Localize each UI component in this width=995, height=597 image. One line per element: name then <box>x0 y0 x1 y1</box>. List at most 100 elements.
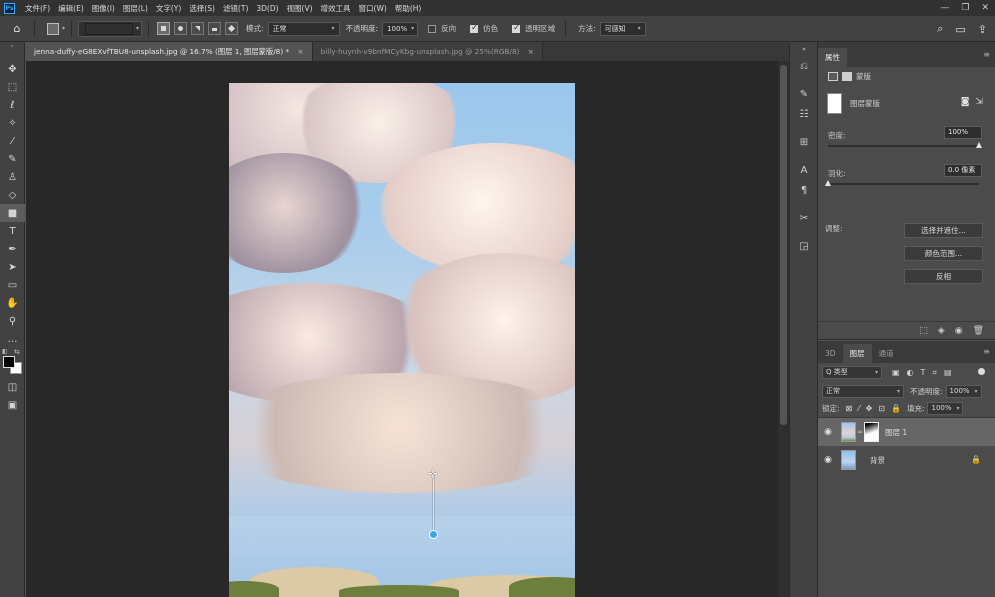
menu-edit[interactable]: 编辑(E) <box>54 3 88 14</box>
opacity-input[interactable]: 100% ▾ <box>382 21 419 36</box>
panel-menu-icon[interactable]: ≡ <box>983 347 990 356</box>
density-slider-track[interactable] <box>828 145 979 147</box>
feather-slider-knob[interactable] <box>824 180 831 186</box>
lasso-icon[interactable]: ℓ <box>0 96 25 114</box>
vector-mask-icon[interactable] <box>842 72 852 81</box>
move-icon[interactable]: ✥ <box>0 60 25 78</box>
tab-layers[interactable]: 图层 <box>842 344 872 363</box>
quick-mask-icon[interactable]: ◫ <box>0 378 25 396</box>
layer-row[interactable]: ◉ 背景 🔒 <box>818 446 995 474</box>
pixel-mask-icon[interactable] <box>828 72 838 81</box>
share-icon[interactable]: ⇪ <box>978 23 987 36</box>
shape-filter-icon[interactable]: ⌗ <box>932 368 937 378</box>
search-icon[interactable]: ⌕ <box>937 22 943 36</box>
feather-slider-track[interactable] <box>828 183 979 185</box>
mode-select[interactable]: 正常 ▾ <box>267 21 340 36</box>
color-range-button[interactable]: 颜色范围... <box>904 246 983 261</box>
tool-presets-icon[interactable]: ✂ <box>790 208 818 228</box>
document-canvas[interactable]: ✛ <box>229 83 575 597</box>
eyedropper-icon[interactable]: ⁄ <box>0 132 25 150</box>
chevron-down-icon[interactable]: ▾ <box>136 25 139 32</box>
gradient-tool-preset-icon[interactable] <box>47 22 59 35</box>
lock-transparent-icon[interactable]: ⊠ <box>846 404 853 413</box>
type-icon[interactable]: T <box>0 222 25 240</box>
lock-position-icon[interactable]: ✥ <box>866 404 873 413</box>
menu-file[interactable]: 文件(F) <box>21 3 54 14</box>
pixel-filter-icon[interactable]: ▣ <box>892 368 900 378</box>
visibility-icon[interactable]: ◉ <box>955 326 963 336</box>
diamond-gradient-button[interactable] <box>225 22 239 35</box>
chevron-down-icon[interactable]: ▾ <box>411 25 414 32</box>
eraser-icon[interactable]: ◇ <box>0 186 25 204</box>
crosshair-cursor-icon[interactable]: ✛ <box>426 467 440 481</box>
invert-button[interactable]: 反相 <box>904 269 983 284</box>
workspace-icon[interactable]: ▭ <box>955 23 965 36</box>
path-select-icon[interactable]: ➤ <box>0 258 25 276</box>
history-icon[interactable]: ⎌ <box>790 56 818 76</box>
hand-icon[interactable]: ✋ <box>0 294 25 312</box>
layer-opacity-input[interactable]: 100% ▾ <box>945 384 982 398</box>
method-select[interactable]: 可感知 ▾ <box>599 21 646 36</box>
brush-icon[interactable]: ✎ <box>0 150 25 168</box>
panel-menu-icon[interactable]: ≡ <box>983 50 990 59</box>
reflected-gradient-button[interactable] <box>208 22 222 35</box>
screen-mode-icon[interactable]: ▣ <box>0 396 25 414</box>
tab-channels[interactable]: 通道 <box>872 344 901 363</box>
apply-mask-icon[interactable]: ◈ <box>938 326 945 336</box>
adjustment-filter-icon[interactable]: ◐ <box>907 368 914 378</box>
dither-checkbox[interactable] <box>470 23 479 33</box>
magic-wand-icon[interactable]: ✧ <box>0 114 25 132</box>
menu-view[interactable]: 视图(V) <box>283 3 317 14</box>
chevron-down-icon[interactable]: ▾ <box>62 25 65 32</box>
foreground-color-swatch[interactable] <box>3 356 15 368</box>
document-tab[interactable]: billy-huynh-v9bnfMCyKbg-unsplash.jpg @ 2… <box>312 42 543 61</box>
gradient-swatch[interactable] <box>85 22 134 35</box>
blend-mode-select[interactable]: 正常 ▾ <box>822 384 904 398</box>
visibility-eye-icon[interactable]: ◉ <box>818 455 838 465</box>
close-icon[interactable]: × <box>297 47 303 56</box>
menu-3d[interactable]: 3D(D) <box>252 4 282 13</box>
visibility-eye-icon[interactable]: ◉ <box>818 427 838 437</box>
canvas-workspace[interactable]: ✛ <box>26 61 778 597</box>
menu-window[interactable]: 窗口(W) <box>355 3 391 14</box>
vertical-scrollbar[interactable] <box>778 61 789 597</box>
lock-all-icon[interactable]: 🔒 <box>891 404 901 413</box>
menu-plugins[interactable]: 增效工具 <box>317 3 355 14</box>
marquee-icon[interactable]: ⬚ <box>0 78 25 96</box>
select-and-mask-button[interactable]: 选择并遮住... <box>904 223 983 238</box>
photoshop-logo-icon[interactable]: Ps <box>4 2 15 14</box>
stamp-icon[interactable]: ♙ <box>0 168 25 186</box>
restore-button[interactable]: ❐ <box>961 3 969 13</box>
radial-gradient-button[interactable] <box>174 22 188 35</box>
scrollbar-thumb[interactable] <box>780 65 787 425</box>
menu-filter[interactable]: 滤镜(T) <box>219 3 252 14</box>
adjustments-icon[interactable]: ☷ <box>790 104 818 124</box>
menu-help[interactable]: 帮助(H) <box>391 3 426 14</box>
density-slider-knob[interactable] <box>975 142 982 148</box>
type-filter-icon[interactable]: T <box>921 368 926 378</box>
more-icon[interactable]: … <box>0 330 25 348</box>
swap-colors-icon[interactable]: ⇆ <box>14 348 20 356</box>
gradient-drag-line[interactable] <box>433 473 434 533</box>
character-icon[interactable]: A <box>790 160 818 180</box>
angle-gradient-button[interactable] <box>191 22 205 35</box>
brush-settings-icon[interactable]: ✎ <box>790 84 818 104</box>
document-tab[interactable]: jenna-duffy-eG8EXvfTBU8-unsplash.jpg @ 1… <box>26 42 313 61</box>
density-input[interactable]: 100% <box>944 126 982 139</box>
panel-grip-icon[interactable]: » <box>0 42 24 60</box>
close-window-button[interactable]: ✕ <box>981 3 989 13</box>
filter-toggle-icon[interactable] <box>978 368 985 375</box>
menu-layer[interactable]: 图层(L) <box>119 3 152 14</box>
paragraph-icon[interactable]: ¶ <box>790 180 818 200</box>
panel-grip-icon[interactable]: « <box>790 42 818 56</box>
rectangle-icon[interactable]: ▭ <box>0 276 25 294</box>
libraries-icon[interactable]: ◲ <box>790 236 818 256</box>
layer-name[interactable]: 图层 1 <box>885 427 907 438</box>
tab-3d[interactable]: 3D <box>818 344 843 363</box>
menu-type[interactable]: 文字(Y) <box>152 3 185 14</box>
feather-input[interactable]: 0.0 像素 <box>944 164 982 177</box>
fill-input[interactable]: 100% ▾ <box>927 402 964 415</box>
gradient-icon[interactable]: ■ <box>0 204 25 222</box>
pen-icon[interactable]: ✒ <box>0 240 25 258</box>
lock-pixels-icon[interactable]: ⁄ <box>858 404 859 413</box>
